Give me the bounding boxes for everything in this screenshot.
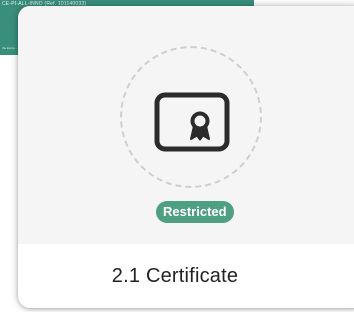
restricted-badge: Restricted: [156, 201, 234, 223]
banner-footnote: the Europ...: [2, 46, 18, 50]
certificate-card[interactable]: Restricted 2.1 Certificate: [18, 6, 354, 308]
page: CE-PI-ALL-INNO (Ref. 101140033) the Euro…: [0, 0, 354, 312]
card-media: Restricted: [18, 6, 354, 244]
card-title: 2.1 Certificate: [111, 265, 239, 287]
certificate-icon: [154, 92, 230, 152]
